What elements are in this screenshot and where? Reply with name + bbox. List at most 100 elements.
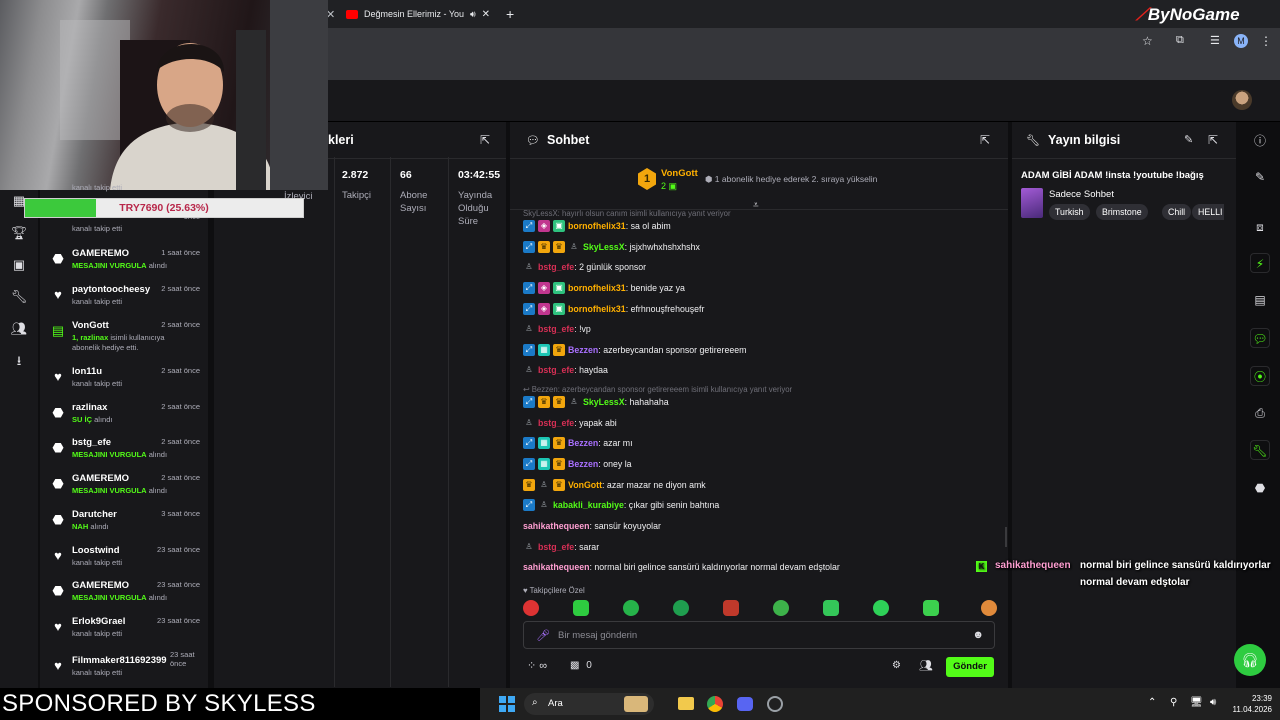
chat-username[interactable]: bornofhelix31 xyxy=(568,283,626,293)
popout-icon[interactable]: ⇱ xyxy=(1208,133,1218,147)
settings-gear-icon[interactable]: ⚙ xyxy=(892,660,901,671)
media-icon[interactable]: ☰ xyxy=(1210,34,1220,47)
lightning-icon[interactable]: ⚡︎ xyxy=(1250,253,1270,273)
chat-scrollbar[interactable] xyxy=(1005,527,1007,547)
document-icon[interactable]: ▤ xyxy=(1250,290,1270,310)
chat-username[interactable]: Bezzen xyxy=(568,345,598,355)
wrench-tool-icon[interactable]: 🔧︎ xyxy=(1250,440,1270,460)
pinned-user[interactable]: VonGott xyxy=(661,168,698,179)
activity-user[interactable]: Erlok9Grael xyxy=(72,616,125,627)
chat-username[interactable]: Bezzen xyxy=(568,459,598,469)
volume-icon[interactable]: 🔊︎ xyxy=(1210,697,1216,708)
printer-icon[interactable]: ⎙ xyxy=(1250,403,1270,423)
chat-username[interactable]: SkyLessX xyxy=(583,242,625,252)
activity-desc: kanalı takip etti xyxy=(72,297,123,306)
chat-username[interactable]: kabakli_kurabiye xyxy=(553,500,624,510)
emote[interactable] xyxy=(723,600,739,616)
activity-time: 2 saat önce xyxy=(161,284,200,293)
broadcast-icon[interactable]: ⦿ xyxy=(1250,366,1270,386)
edit-icon[interactable]: ✎ xyxy=(1250,167,1270,187)
chat-input[interactable]: 🎤︎ Bir mesaj gönderin ☻ xyxy=(523,621,995,649)
kick-icon[interactable]: ⬣ xyxy=(1250,478,1270,498)
chat-message: ♙ bstg_efe: 2 günlük sponsor xyxy=(523,259,646,275)
points[interactable]: ⁘ ∞ xyxy=(527,659,547,672)
app-icon[interactable] xyxy=(767,696,783,712)
emote[interactable] xyxy=(773,600,789,616)
activity-user[interactable]: GAMEREMO xyxy=(72,473,129,484)
users-chat-icon[interactable]: 👥︎ xyxy=(919,659,933,672)
activity-user[interactable]: Loostwind xyxy=(72,545,120,556)
activity-user[interactable]: bstg_efe xyxy=(72,437,111,448)
popout-icon[interactable]: ⇱ xyxy=(480,133,490,147)
file-explorer-icon[interactable] xyxy=(678,697,694,710)
activity-user[interactable]: lon11u xyxy=(72,366,102,377)
tag[interactable]: Brimstone xyxy=(1096,204,1148,220)
chrome-icon[interactable] xyxy=(707,696,723,712)
chat-username[interactable]: bstg_efe xyxy=(538,542,574,552)
extensions-icon[interactable]: ⧉ xyxy=(1176,34,1184,47)
download-icon[interactable]: ⭳ xyxy=(10,352,28,370)
emote[interactable] xyxy=(573,600,589,616)
new-tab-button[interactable]: + xyxy=(506,4,514,24)
emote[interactable] xyxy=(923,600,939,616)
tab-close-icon[interactable]: ✕ xyxy=(482,9,490,20)
menu-kebab-icon[interactable]: ⋮ xyxy=(1260,34,1272,48)
activity-user[interactable]: GAMEREMO xyxy=(72,580,129,591)
activity-user[interactable]: razlinax xyxy=(72,402,107,413)
chat-username[interactable]: bstg_efe xyxy=(538,262,574,272)
chat-icon[interactable]: 💬︎ xyxy=(1250,328,1270,348)
emote[interactable] xyxy=(623,600,639,616)
edit-pencil-icon[interactable]: ✎ xyxy=(1184,133,1193,146)
category-name[interactable]: Sadece Sohbet xyxy=(1049,189,1114,200)
emote[interactable] xyxy=(873,600,889,616)
tray-chevron-icon[interactable]: ⌃ xyxy=(1148,697,1156,708)
send-button[interactable]: Gönder xyxy=(946,657,994,677)
divider xyxy=(448,157,449,687)
search-icon: ⌕ xyxy=(532,697,538,708)
user-avatar[interactable] xyxy=(1232,90,1252,110)
tag[interactable]: Chill xyxy=(1162,204,1192,220)
profile-avatar[interactable]: M xyxy=(1234,34,1248,48)
chat-username[interactable]: VonGott xyxy=(568,480,602,490)
tray-app-icon[interactable]: ⚲ xyxy=(1170,697,1177,708)
category-thumbnail[interactable] xyxy=(1021,188,1043,218)
microphone-icon[interactable]: 🎤︎ xyxy=(536,629,550,642)
emoji-icon[interactable]: ☻ xyxy=(972,629,984,641)
wrench-icon[interactable]: 🔧︎ xyxy=(10,288,28,306)
chat-username[interactable]: sahikathequeen xyxy=(523,521,590,531)
tag[interactable]: HELLI xyxy=(1192,204,1224,220)
chat-username[interactable]: SkyLessX xyxy=(583,397,625,407)
tag[interactable]: Turkish xyxy=(1049,204,1090,220)
windows-start-icon[interactable] xyxy=(499,696,515,712)
emote[interactable] xyxy=(523,600,539,616)
chat-username[interactable]: bstg_efe xyxy=(538,324,574,334)
chat-username[interactable]: bornofhelix31 xyxy=(568,221,626,231)
chest[interactable]: ▩ 0 xyxy=(570,660,592,671)
trophy-icon[interactable]: 🏆︎ xyxy=(10,224,28,242)
chat-username[interactable]: bstg_efe xyxy=(538,418,574,428)
emote[interactable] xyxy=(981,600,997,616)
capture-icon[interactable]: ⧈ xyxy=(1250,217,1270,237)
taskbar-search[interactable]: ⌕ Ara xyxy=(524,693,654,715)
headset-support-icon[interactable]: 🎧︎ xyxy=(1234,644,1266,676)
emote[interactable] xyxy=(673,600,689,616)
star-icon[interactable]: ☆ xyxy=(1142,34,1153,48)
activity-user[interactable]: Filmmaker811692399 xyxy=(72,655,167,666)
discord-icon[interactable] xyxy=(737,697,753,711)
popout-icon[interactable]: ⇱ xyxy=(980,133,990,147)
emote[interactable] xyxy=(823,600,839,616)
chat-username[interactable]: bstg_efe xyxy=(538,365,574,375)
chat-username[interactable]: Bezzen xyxy=(568,438,598,448)
activity-user[interactable]: VonGott xyxy=(72,320,109,331)
activity-user[interactable]: paytontoocheesy xyxy=(72,284,150,295)
video-icon[interactable]: ▣ xyxy=(10,256,28,274)
tab-youtube[interactable]: Değmesin Ellerimiz - YouTu 🔊︎ ✕ xyxy=(346,4,496,24)
activity-user[interactable]: GAMEREMO xyxy=(72,248,129,259)
info-icon[interactable]: ⓘ xyxy=(1250,131,1270,151)
network-icon[interactable]: 🖥︎ xyxy=(1190,697,1203,708)
activity-user[interactable]: Darutcher xyxy=(72,509,117,520)
clock[interactable]: 23:39 11.04.2026 xyxy=(1228,693,1272,715)
users-icon[interactable]: 👥︎ xyxy=(10,320,28,338)
chat-username[interactable]: sahikathequeen xyxy=(523,562,590,572)
chat-username[interactable]: bornofhelix31 xyxy=(568,304,626,314)
